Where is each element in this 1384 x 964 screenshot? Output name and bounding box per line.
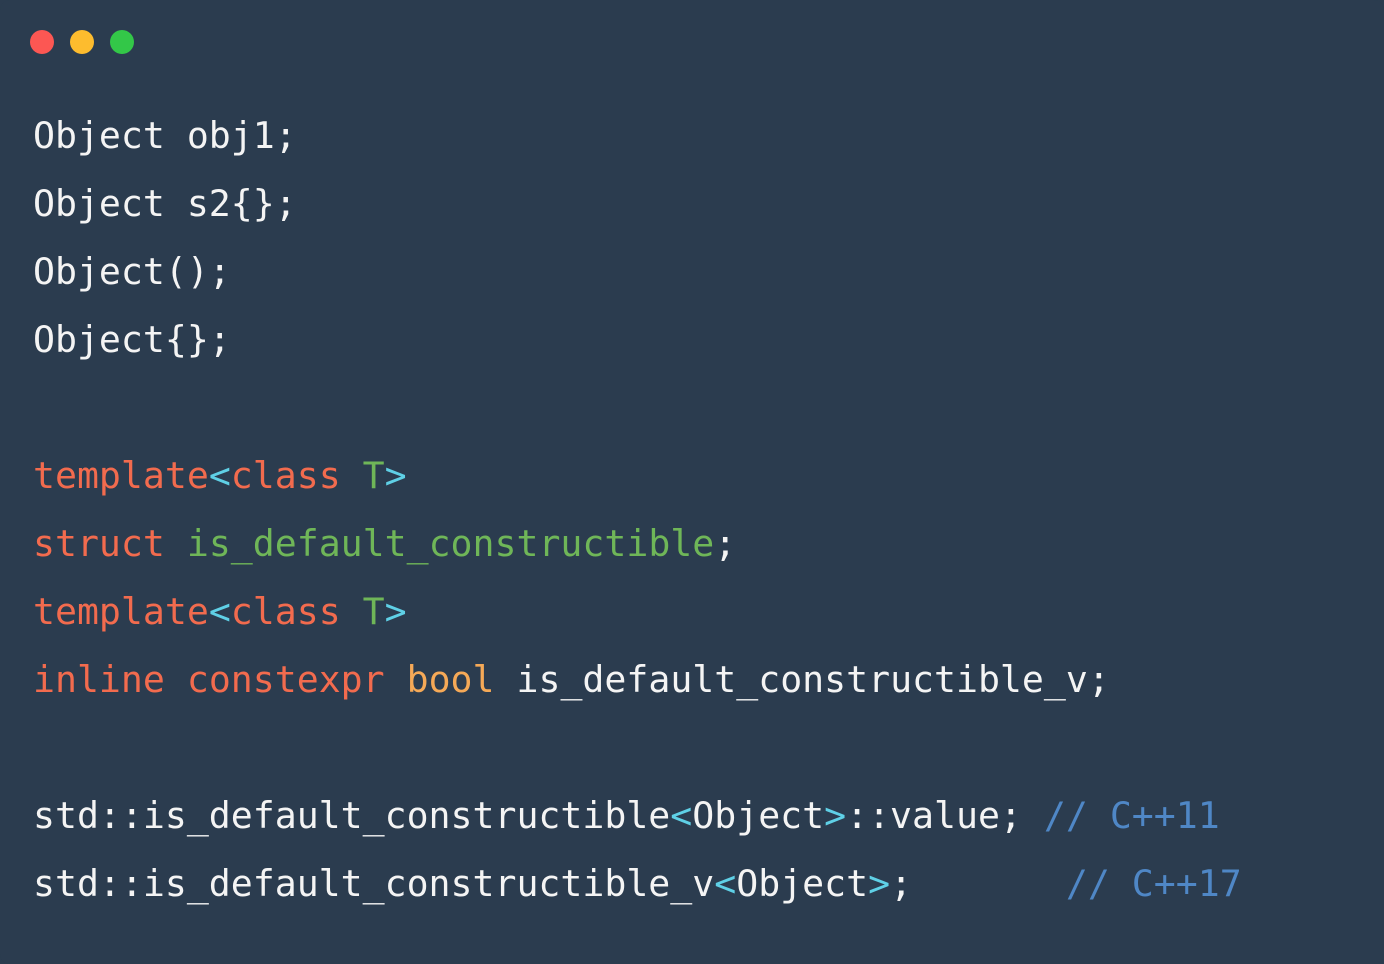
minimize-dot-icon[interactable]	[70, 30, 94, 54]
code-token-punct: <	[670, 794, 693, 837]
code-token-identifier: T	[362, 454, 385, 497]
code-token-plain: Object s2{};	[33, 182, 297, 225]
code-line: struct is_default_constructible;	[33, 510, 1242, 578]
code-token-punct: >	[824, 794, 847, 837]
close-dot-icon[interactable]	[30, 30, 54, 54]
code-token-plain: ;	[714, 522, 737, 565]
code-line: Object obj1;	[33, 102, 1242, 170]
code-token-keyword: template	[33, 590, 209, 633]
code-block: Object obj1; Object s2{}; Object(); Object{…	[33, 102, 1242, 918]
code-token-identifier: T	[362, 590, 385, 633]
code-token-plain: ;	[890, 862, 1066, 905]
code-token-keyword: class	[230, 590, 341, 633]
code-token-keyword: class	[230, 454, 341, 497]
code-token-plain: std::is_default_constructible	[33, 794, 671, 837]
code-token-plain: std::is_default_constructible_v	[33, 862, 715, 905]
code-line: Object s2{};	[33, 170, 1242, 238]
code-line: template<class T>	[33, 578, 1242, 646]
code-line: template<class T>	[33, 442, 1242, 510]
code-line: Object{};	[33, 306, 1242, 374]
code-token-plain: Object	[736, 862, 869, 905]
code-line: std::is_default_constructible<Object>::v…	[33, 782, 1242, 850]
code-line: inline constexpr bool is_default_constru…	[33, 646, 1242, 714]
code-line: std::is_default_constructible_v<Object>;…	[33, 850, 1242, 918]
code-token-punct: >	[384, 590, 407, 633]
code-token-type: bool	[406, 658, 495, 701]
code-token-punct: >	[384, 454, 407, 497]
code-token-plain: Object();	[33, 250, 231, 293]
code-token-plain: Object	[692, 794, 825, 837]
code-token-plain: is_default_constructible_v;	[494, 658, 1110, 701]
code-token-plain: Object obj1;	[33, 114, 297, 157]
code-token-punct: <	[208, 590, 231, 633]
code-token-plain: ::value;	[846, 794, 1044, 837]
code-token-identifier: is_default_constructible	[186, 522, 715, 565]
code-token-keyword: inline	[33, 658, 165, 701]
code-token-keyword: constexpr	[186, 658, 385, 701]
code-line: Object();	[33, 238, 1242, 306]
code-token-plain: Object{};	[33, 318, 231, 361]
code-token-comment: // C++17	[1065, 862, 1242, 905]
code-token-punct: <	[208, 454, 231, 497]
code-token-keyword: struct	[33, 522, 165, 565]
code-token-keyword: template	[33, 454, 209, 497]
code-token-comment: // C++11	[1043, 794, 1220, 837]
code-window: Object obj1; Object s2{}; Object(); Object{…	[0, 0, 1384, 964]
maximize-dot-icon[interactable]	[110, 30, 134, 54]
code-token-punct: <	[714, 862, 737, 905]
code-token-punct: >	[868, 862, 891, 905]
